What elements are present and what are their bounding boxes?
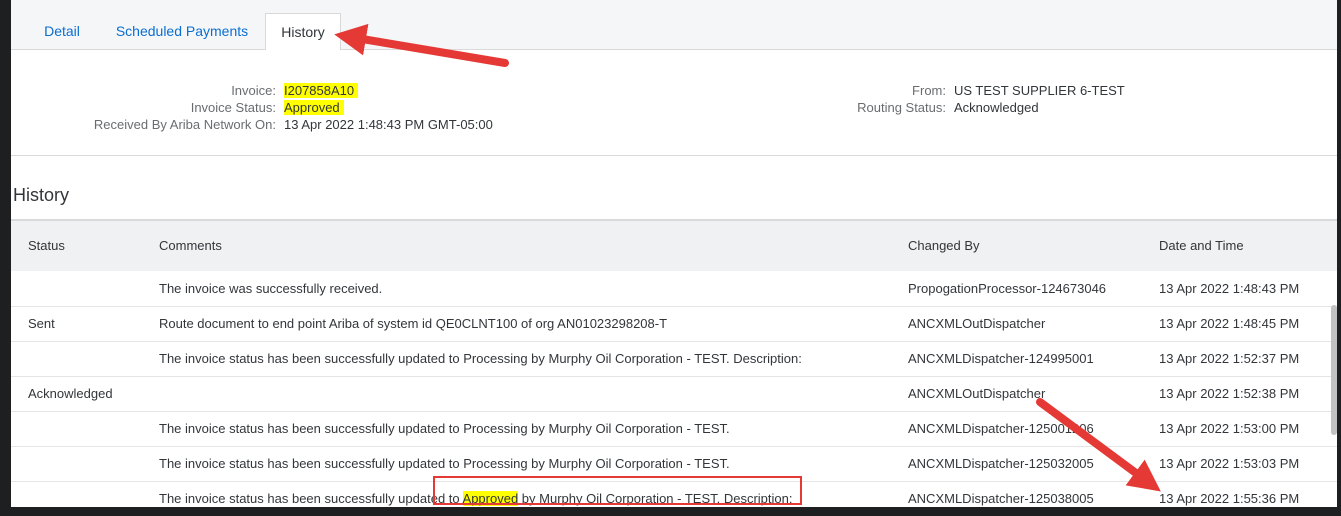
row-changed-by: ANCXMLOutDispatcher <box>908 386 1046 401</box>
row-status: Acknowledged <box>28 386 113 401</box>
row-comment: Route document to end point Ariba of sys… <box>159 316 668 331</box>
table-row: The invoice status has been successfully… <box>11 411 1337 447</box>
divider <box>11 155 1337 156</box>
row-changed-by: PropogationProcessor-124673046 <box>908 281 1107 296</box>
from-label: From: <box>912 83 946 98</box>
row-date: 13 Apr 2022 1:48:43 PM <box>1159 281 1300 296</box>
row-date: 13 Apr 2022 1:53:03 PM <box>1159 456 1300 471</box>
tab-detail[interactable]: Detail <box>29 13 95 49</box>
row-status: Sent <box>28 316 55 331</box>
routing-status-value: Acknowledged <box>954 100 1039 115</box>
row-changed-by: ANCXMLDispatcher-125001206 <box>908 421 1094 436</box>
history-table-header: Status Comments Changed By Date and Time <box>11 219 1337 271</box>
col-date-time[interactable]: Date and Time <box>1159 221 1244 271</box>
col-status[interactable]: Status <box>28 221 65 271</box>
invoice-summary-right: From: US TEST SUPPLIER 6-TEST Routing Sta… <box>11 82 1125 116</box>
row-date: 13 Apr 2022 1:52:37 PM <box>1159 351 1300 366</box>
routing-status-label: Routing Status: <box>857 100 946 115</box>
table-row: Sent Route document to end point Ariba o… <box>11 306 1337 342</box>
tab-bar: Detail Scheduled Payments History <box>11 0 1337 50</box>
tab-history[interactable]: History <box>265 13 341 50</box>
row-comment: The invoice status has been successfully… <box>159 421 730 436</box>
tab-scheduled-payments[interactable]: Scheduled Payments <box>111 13 253 49</box>
invoice-panel: Detail Scheduled Payments History Invoic… <box>11 0 1337 507</box>
row-date: 13 Apr 2022 1:53:00 PM <box>1159 421 1300 436</box>
col-comments[interactable]: Comments <box>159 221 222 271</box>
annotation-box <box>433 476 802 505</box>
received-value: 13 Apr 2022 1:48:43 PM GMT-05:00 <box>284 117 493 132</box>
row-date: 13 Apr 2022 1:55:36 PM <box>1159 491 1300 506</box>
col-changed-by[interactable]: Changed By <box>908 221 980 271</box>
comment-text-pre: The invoice status has been successfully… <box>159 491 463 506</box>
row-comment: The invoice status has been successfully… <box>159 351 802 366</box>
scrollbar[interactable] <box>1331 305 1337 435</box>
received-label: Received By Ariba Network On: <box>93 117 276 132</box>
row-changed-by: ANCXMLDispatcher-124995001 <box>908 351 1094 366</box>
history-title: History <box>13 185 70 205</box>
row-comment: The invoice was successfully received. <box>159 281 383 296</box>
row-date: 13 Apr 2022 1:48:45 PM <box>1159 316 1300 331</box>
row-changed-by: ANCXMLDispatcher-125038005 <box>908 491 1094 506</box>
row-changed-by: ANCXMLOutDispatcher <box>908 316 1046 331</box>
table-row: Acknowledged ANCXMLOutDispatcher 13 Apr … <box>11 376 1337 412</box>
table-row: The invoice status has been successfully… <box>11 341 1337 377</box>
row-changed-by: ANCXMLDispatcher-125032005 <box>908 456 1094 471</box>
row-date: 13 Apr 2022 1:52:38 PM <box>1159 386 1300 401</box>
from-value: US TEST SUPPLIER 6-TEST <box>954 83 1125 98</box>
table-row: The invoice was successfully received. P… <box>11 271 1337 307</box>
